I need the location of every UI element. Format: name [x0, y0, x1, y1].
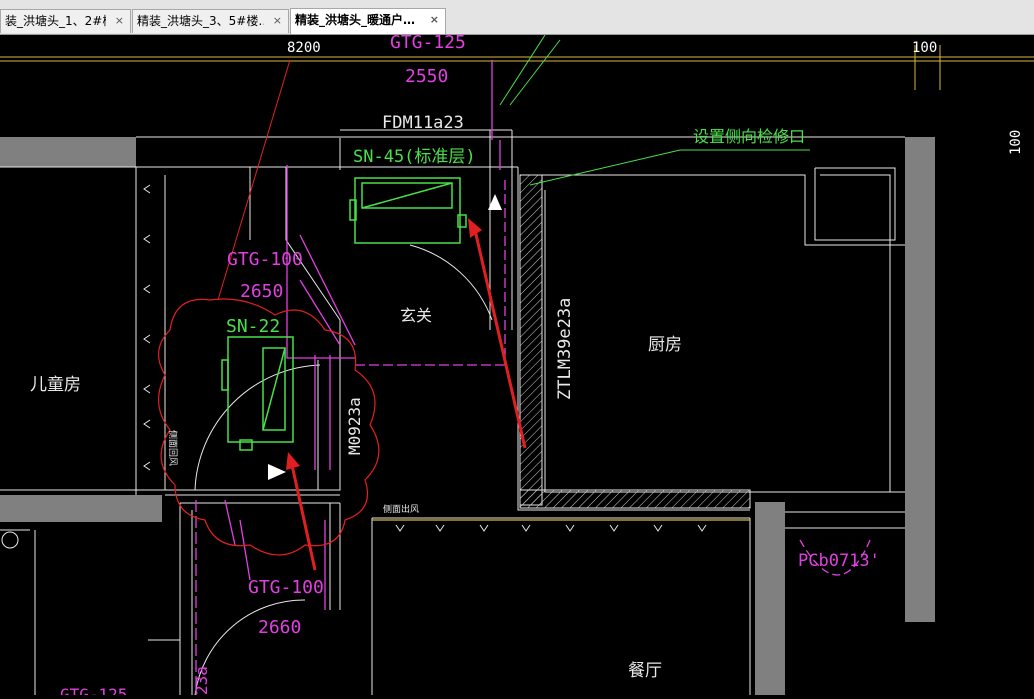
- close-icon[interactable]: ×: [115, 10, 124, 32]
- tab-label: 装_洪塘头_1、2#楼…: [5, 14, 106, 28]
- document-tab-bar: 装_洪塘头_1、2#楼… × 精装_洪塘头_3、5#楼… × 精装_洪塘头_暖通…: [0, 0, 1034, 35]
- dim-100-top-label: 100: [912, 40, 937, 56]
- side-return-label: 侧面回风: [167, 430, 179, 466]
- pcb-label: PCb0713': [798, 551, 880, 571]
- fan-coil-sn22[interactable]: [221, 336, 294, 451]
- close-icon[interactable]: ×: [273, 10, 282, 32]
- airflow-arrow-icon: [268, 464, 286, 480]
- sn22-label: SN-22: [226, 316, 280, 337]
- access-note: 设置侧向检修口: [693, 127, 805, 146]
- m0923-label: M0923a: [345, 397, 364, 455]
- red-arrows: [286, 218, 527, 571]
- gtg125-label: GTG-125: [390, 35, 466, 53]
- tab-label: 精装_洪塘头_3、5#楼…: [137, 14, 264, 28]
- room-kitchen: 厨房: [648, 335, 682, 355]
- hatched-wall-bottom: [519, 489, 751, 509]
- dimension-lines: [0, 45, 1034, 90]
- room-entry: 玄关: [400, 306, 432, 325]
- gtg100-label-1: GTG-100: [227, 249, 303, 270]
- tab-doc-3[interactable]: 精装_洪塘头_暖通户… ×: [290, 8, 446, 34]
- tab-label: 精装_洪塘头_暖通户…: [295, 13, 416, 27]
- cad-drawing-canvas[interactable]: 8200 100 100 GTG-125 2550 FDM11a23 SN-45…: [0, 32, 1034, 699]
- room-dining: 餐厅: [628, 661, 662, 681]
- fdm-label: FDM11a23: [382, 113, 464, 133]
- ztlm-label: ZTLM39e23a: [555, 298, 575, 400]
- dim-8200-label: 8200: [287, 40, 321, 56]
- side-supply-label: 侧面出风: [383, 503, 419, 515]
- close-icon[interactable]: ×: [430, 9, 439, 31]
- gtg100-label-2: GTG-100: [248, 577, 324, 598]
- fan-coil-sn45[interactable]: [349, 177, 467, 244]
- sn45-label: SN-45(标准层): [353, 147, 476, 167]
- dim-100-right-label: 100: [1008, 130, 1024, 155]
- bottom-left-dim-label: 23a: [192, 666, 211, 695]
- tab-doc-2[interactable]: 精装_洪塘头_3、5#楼… ×: [132, 9, 289, 33]
- drawing-svg[interactable]: 8200 100 100 GTG-125 2550 FDM11a23 SN-45…: [0, 32, 1034, 699]
- bottom-left-gtg-label: GTG-125: [60, 685, 127, 695]
- hatched-wall: [519, 174, 543, 506]
- gtg100-length-1: 2650: [240, 281, 283, 302]
- gtg125-length: 2550: [405, 66, 448, 87]
- room-child: 儿童房: [30, 375, 81, 395]
- tab-doc-1[interactable]: 装_洪塘头_1、2#楼… ×: [0, 9, 131, 33]
- gtg100-length-2: 2660: [258, 617, 301, 638]
